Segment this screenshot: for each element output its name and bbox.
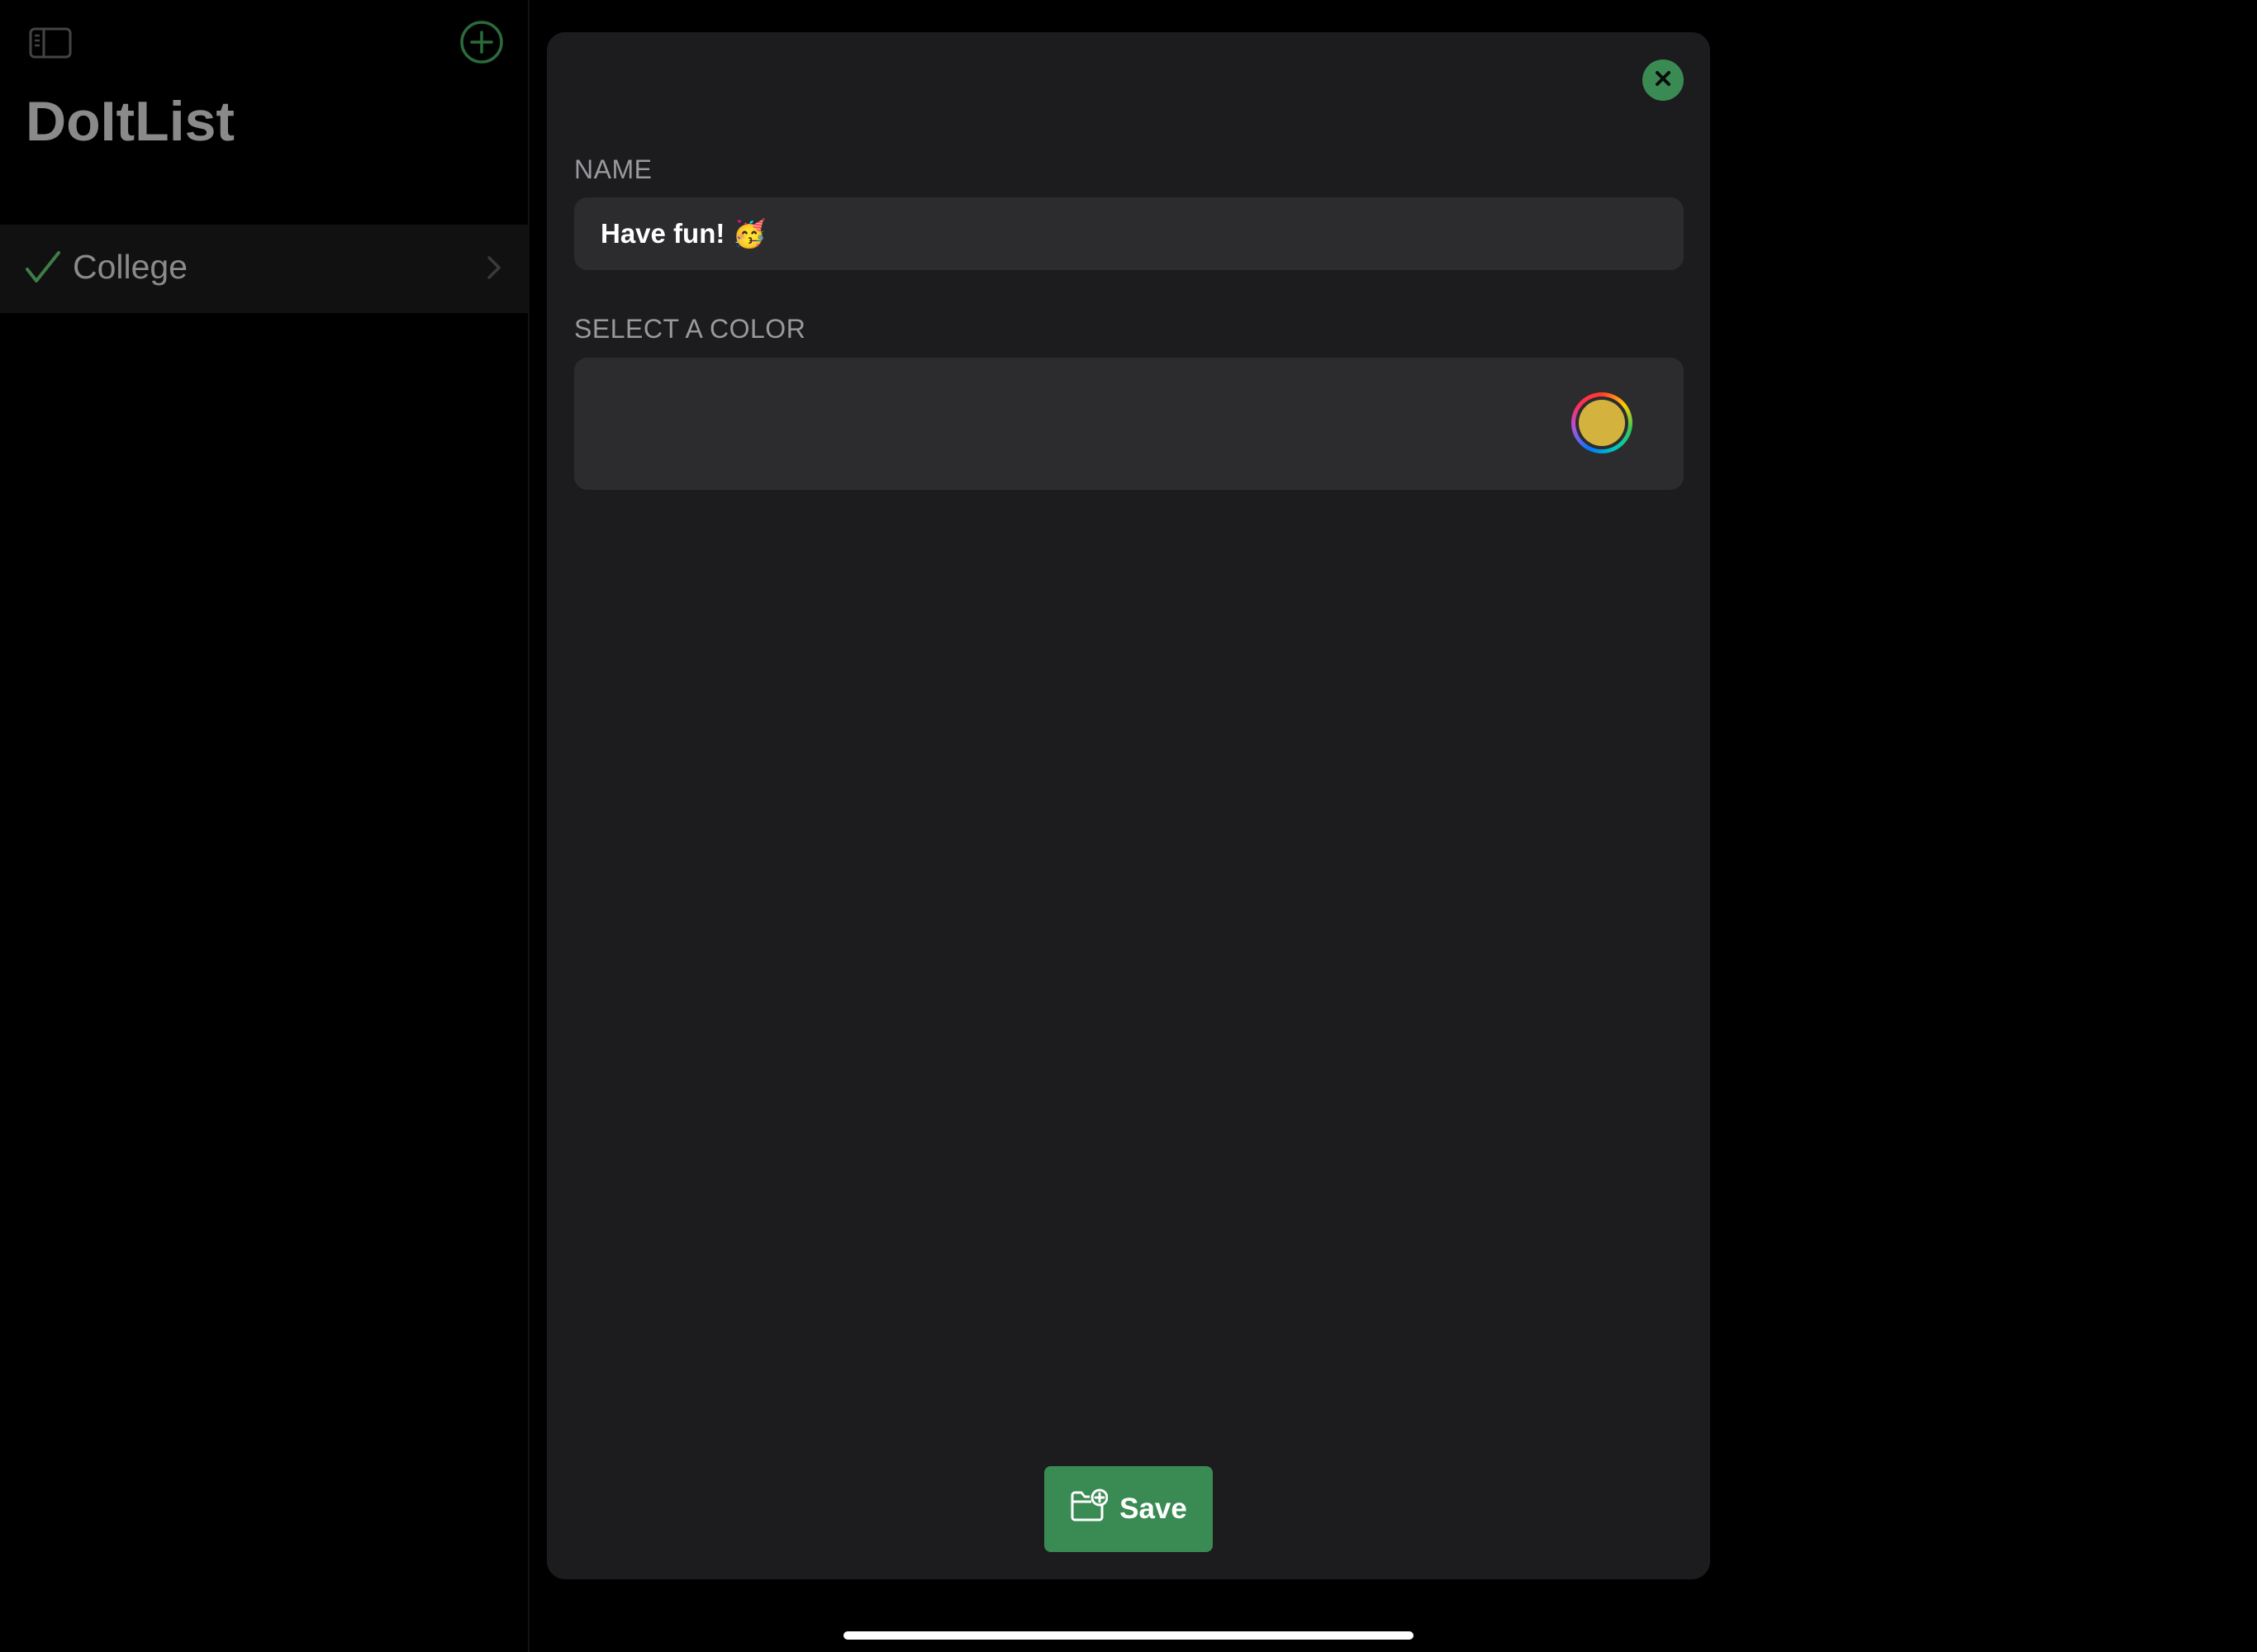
checkmark-icon xyxy=(25,249,61,286)
color-picker-row[interactable] xyxy=(574,358,1684,490)
name-section-label: NAME xyxy=(574,154,653,184)
selected-color-swatch xyxy=(1579,400,1625,446)
close-button[interactable] xyxy=(1642,59,1684,101)
name-field[interactable] xyxy=(574,197,1684,270)
chevron-right-icon xyxy=(485,253,503,282)
sidebar-item-label: College xyxy=(73,248,188,286)
sidebar-item-college[interactable]: College xyxy=(0,225,530,313)
close-icon xyxy=(1653,69,1673,93)
app-title: DoItList xyxy=(26,90,235,153)
save-button[interactable]: Save xyxy=(1044,1466,1213,1552)
sidebar-toggle-icon[interactable] xyxy=(29,27,72,59)
sidebar: DoItList College xyxy=(0,0,530,1652)
color-section-label: SELECT A COLOR xyxy=(574,314,806,344)
color-well[interactable] xyxy=(1571,392,1632,453)
save-button-label: Save xyxy=(1119,1493,1187,1525)
folder-add-icon xyxy=(1070,1488,1109,1531)
home-indicator[interactable] xyxy=(843,1631,1414,1640)
edit-list-sheet: NAME SELECT A COLOR Save xyxy=(547,32,1710,1579)
add-list-icon[interactable] xyxy=(459,20,504,64)
color-well-ring xyxy=(1575,396,1628,449)
